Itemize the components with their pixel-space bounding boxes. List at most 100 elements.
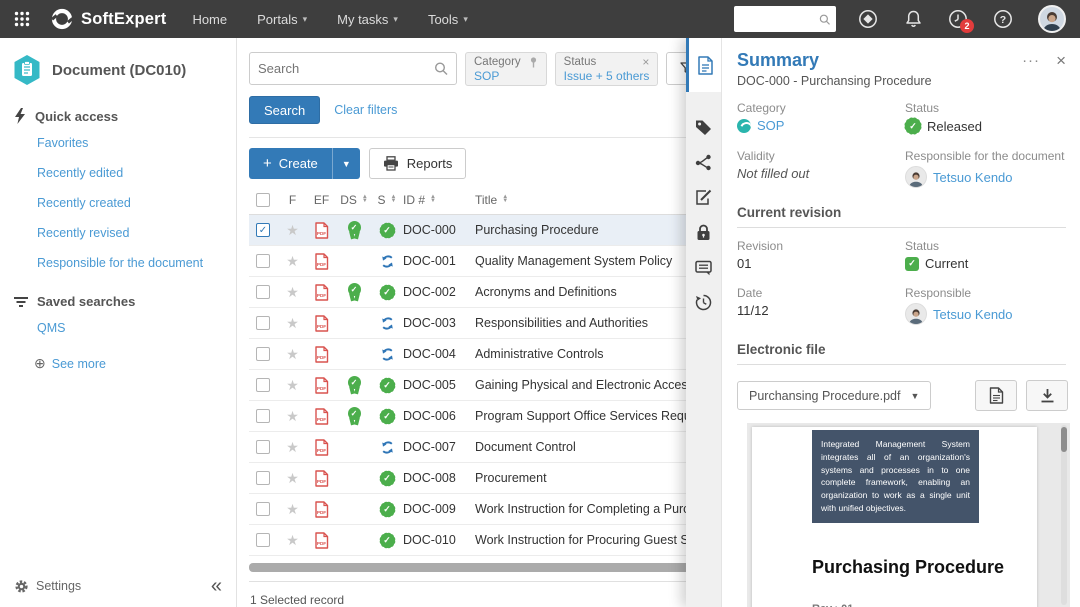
create-button[interactable]: + Create [249,148,333,179]
explore-icon[interactable] [858,9,878,29]
favorite-star-icon[interactable]: ★ [286,346,299,363]
tab-history[interactable] [686,285,721,320]
sidebar-item-responsible-for-the-document[interactable]: Responsible for the document [0,248,236,278]
search-icon[interactable] [819,13,830,26]
filter-chip-status[interactable]: Status× Issue + 5 others [555,52,659,86]
tab-revision-notes[interactable] [686,180,721,215]
file-select-dropdown[interactable]: Purchansing Procedure.pdf ▼ [737,381,931,410]
row-checkbox[interactable] [256,502,270,516]
favorite-star-icon[interactable]: ★ [286,284,299,301]
responsible-link[interactable]: Tetsuo Kendo [933,307,1013,322]
pdf-file-icon[interactable]: PDF [306,470,337,487]
responsible-link[interactable]: Tetsuo Kendo [933,170,1013,185]
saved-search-qms[interactable]: QMS [0,313,236,343]
favorite-star-icon[interactable]: ★ [286,501,299,518]
app-grid-icon[interactable] [12,9,32,29]
pending-tasks-icon[interactable]: 2 [948,9,968,29]
status-released-icon: ✓ [380,471,395,486]
pdf-file-icon[interactable]: PDF [306,501,337,518]
pdf-file-icon[interactable]: PDF [306,284,337,301]
menu-home[interactable]: Home [192,12,227,27]
search-button[interactable]: Search [249,96,320,124]
reports-button[interactable]: Reports [369,148,467,179]
view-file-button[interactable] [975,380,1017,411]
document-id: DOC-000 [403,223,456,237]
digital-signature-medal-icon: ✓ [347,283,362,301]
col-title[interactable]: Title [475,193,497,207]
favorite-star-icon[interactable]: ★ [286,439,299,456]
close-icon[interactable]: × [642,56,649,68]
row-checkbox[interactable] [256,254,270,268]
global-search-input[interactable] [740,12,819,26]
row-checkbox[interactable] [256,471,270,485]
tab-summary[interactable] [686,38,721,92]
favorite-star-icon[interactable]: ★ [286,222,299,239]
more-options-icon[interactable]: ··· [1022,52,1040,69]
sidebar-item-favorites[interactable]: Favorites [0,128,236,158]
row-checkbox[interactable]: ✓ [256,223,270,237]
row-checkbox[interactable] [256,316,270,330]
favorite-star-icon[interactable]: ★ [286,377,299,394]
favorite-star-icon[interactable]: ★ [286,253,299,270]
row-checkbox[interactable] [256,533,270,547]
pdf-file-icon[interactable]: PDF [306,315,337,332]
sort-icon[interactable]: ▲▼ [430,196,436,203]
category-link[interactable]: SOP [757,118,784,133]
favorite-star-icon[interactable]: ★ [286,315,299,332]
record-search-input[interactable] [258,61,434,76]
filter-chip-category[interactable]: Category SOP [465,52,547,86]
tab-comments[interactable] [686,250,721,285]
tab-structure[interactable] [686,145,721,180]
col-status[interactable]: S [378,193,386,207]
printer-icon [383,156,399,171]
sort-icon[interactable]: ▲▼ [502,196,508,203]
pdf-file-icon[interactable]: PDF [306,439,337,456]
pdf-file-icon[interactable]: PDF [306,532,337,549]
user-avatar[interactable] [1038,5,1066,33]
select-all-checkbox[interactable] [256,193,270,207]
see-more-link[interactable]: ⊕ See more [0,343,236,380]
col-electronic-file[interactable]: EF [314,193,329,207]
collapse-sidebar-icon[interactable]: « [211,576,222,596]
sort-icon[interactable]: ▲▼ [362,196,368,203]
col-digital-signature[interactable]: DS [340,193,357,207]
search-icon[interactable] [434,61,448,76]
row-checkbox[interactable] [256,440,270,454]
sidebar-item-recently-created[interactable]: Recently created [0,188,236,218]
menu-portals[interactable]: Portals▾ [257,12,307,27]
row-checkbox[interactable] [256,285,270,299]
help-icon[interactable]: ? [993,9,1013,29]
clear-filters-link[interactable]: Clear filters [334,103,397,117]
settings-button[interactable]: Settings [14,579,81,594]
pdf-file-icon[interactable]: PDF [306,222,337,239]
col-favorite[interactable]: F [289,193,296,207]
sidebar-item-recently-edited[interactable]: Recently edited [0,158,236,188]
row-checkbox[interactable] [256,409,270,423]
favorite-star-icon[interactable]: ★ [286,470,299,487]
sidebar-item-recently-revised[interactable]: Recently revised [0,218,236,248]
preview-scrollbar-thumb[interactable] [1061,427,1067,452]
download-file-button[interactable] [1026,380,1068,411]
tab-tags[interactable] [686,110,721,145]
tab-security[interactable] [686,215,721,250]
pdf-file-icon[interactable]: PDF [306,377,337,394]
share-nodes-icon [695,154,712,171]
pdf-file-icon[interactable]: PDF [306,408,337,425]
col-id[interactable]: ID # [403,193,425,207]
close-panel-icon[interactable]: × [1056,52,1066,69]
row-checkbox[interactable] [256,347,270,361]
favorite-star-icon[interactable]: ★ [286,408,299,425]
pin-icon[interactable] [529,57,538,68]
field-validity: Validity Not filled out [737,149,905,188]
menu-my-tasks[interactable]: My tasks▾ [337,12,398,27]
favorite-star-icon[interactable]: ★ [286,532,299,549]
pdf-file-icon[interactable]: PDF [306,253,337,270]
menu-tools[interactable]: Tools▾ [428,12,468,27]
pdf-file-icon[interactable]: PDF [306,346,337,363]
svg-text:?: ? [1000,14,1006,26]
create-dropdown-button[interactable]: ▼ [333,148,360,179]
row-checkbox[interactable] [256,378,270,392]
softexpert-logo[interactable]: SoftExpert [50,7,166,31]
sort-icon[interactable]: ▲▼ [391,196,397,203]
notifications-bell-icon[interactable] [903,9,923,29]
